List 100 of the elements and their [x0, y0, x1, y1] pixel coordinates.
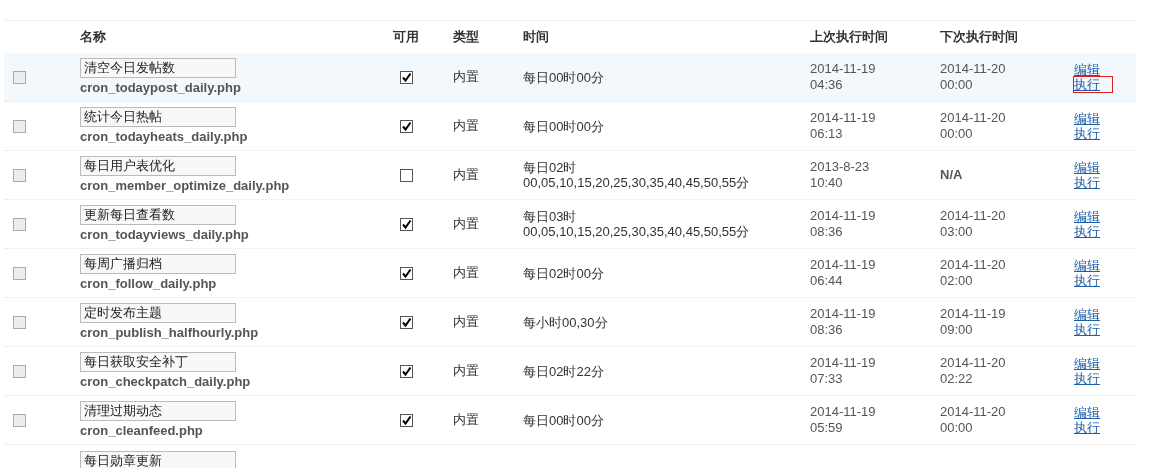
column-header: 时间 [523, 28, 549, 47]
action-link[interactable]: 编辑 [1074, 307, 1100, 322]
action-link[interactable]: 执行 [1074, 273, 1100, 288]
action-link[interactable]: 编辑 [1074, 258, 1100, 273]
file-name: cron_follow_daily.php [80, 275, 218, 292]
file-name: cron_publish_halfhourly.php [80, 324, 260, 341]
action-link[interactable]: 执行 [1074, 224, 1100, 239]
last-run-time: 06:13 [810, 126, 844, 142]
next-run-time: 2014-11-20 [940, 404, 1007, 420]
action-link[interactable]: 执行 [1074, 175, 1100, 190]
schedule-text: 每小时00,30分 [523, 314, 609, 330]
checkbox[interactable] [13, 266, 26, 280]
next-run-time: 03:00 [940, 224, 974, 240]
last-run-time: 08:36 [810, 224, 844, 240]
next-run-time: 2014-11-19 [940, 306, 1007, 322]
checkbox[interactable] [13, 168, 26, 182]
column-header: 类型 [453, 28, 479, 47]
column-header: 可用 [393, 28, 419, 47]
name-field[interactable]: 统计今日热帖 [80, 107, 236, 127]
last-run-time: 2014-11-19 [810, 355, 877, 371]
name-field[interactable]: 每周广播归档 [80, 254, 236, 274]
action-link[interactable]: 执行 [1074, 126, 1100, 141]
checkbox[interactable] [400, 315, 413, 329]
checkmark-icon [401, 365, 412, 377]
action-link[interactable]: 执行 [1074, 77, 1112, 92]
name-field[interactable]: 定时发布主题 [80, 303, 236, 323]
file-name: cron_cleanfeed.php [80, 422, 204, 439]
name-field[interactable]: 清理过期动态 [80, 401, 236, 421]
schedule-text: 每日00时00分 [523, 118, 605, 134]
last-run-time: 04:36 [810, 77, 844, 93]
next-run-time: 2014-11-20 [940, 61, 1007, 77]
checkbox[interactable] [13, 70, 26, 84]
type-label: 内置 [453, 313, 479, 332]
name-field[interactable]: 每日勋章更新 [80, 451, 236, 468]
checkbox[interactable] [13, 364, 26, 378]
checkmark-icon [401, 71, 412, 83]
type-label: 内置 [453, 215, 479, 234]
action-link[interactable]: 编辑 [1074, 209, 1100, 224]
action-link[interactable]: 编辑 [1074, 62, 1100, 77]
action-link[interactable]: 编辑 [1074, 405, 1100, 420]
name-field[interactable]: 每日获取安全补丁 [80, 352, 236, 372]
last-run-time: 2014-11-19 [810, 404, 877, 420]
action-link[interactable]: 执行 [1074, 420, 1100, 435]
checkbox[interactable] [13, 413, 26, 427]
next-run-time: 2014-11-20 [940, 355, 1007, 371]
next-run-time: 02:00 [940, 273, 974, 289]
action-link[interactable]: 编辑 [1074, 160, 1100, 175]
checkbox[interactable] [13, 315, 26, 329]
checkmark-icon [401, 218, 412, 230]
checkbox[interactable] [400, 168, 413, 182]
next-run-time: 09:00 [940, 322, 974, 338]
checkmark-icon [401, 414, 412, 426]
checkmark-icon [401, 120, 412, 132]
type-label: 内置 [453, 411, 479, 430]
next-run-time: N/A [940, 167, 964, 183]
last-run-time: 07:33 [810, 371, 844, 387]
checkbox[interactable] [400, 70, 413, 84]
next-run-time: 2014-11-20 [940, 110, 1007, 126]
file-name: cron_checkpatch_daily.php [80, 373, 252, 390]
last-run-time: 2014-11-19 [810, 208, 877, 224]
name-field[interactable]: 更新每日查看数 [80, 205, 236, 225]
type-label: 内置 [453, 264, 479, 283]
action-link[interactable]: 执行 [1074, 322, 1100, 337]
checkbox[interactable] [13, 217, 26, 231]
next-run-time: 00:00 [940, 420, 974, 436]
name-field[interactable]: 清空今日发帖数 [80, 58, 236, 78]
type-label: 内置 [453, 68, 479, 87]
column-header: 上次执行时间 [810, 28, 888, 47]
checkbox[interactable] [400, 413, 413, 427]
type-label: 内置 [453, 166, 479, 185]
checkbox[interactable] [400, 119, 413, 133]
file-name: cron_todayheats_daily.php [80, 128, 249, 145]
checkbox[interactable] [400, 266, 413, 280]
schedule-minutes: 00,05,10,15,20,25,30,35,40,45,50,55分 [523, 224, 751, 239]
last-run-time: 2014-11-19 [810, 110, 877, 126]
checkmark-icon [401, 267, 412, 279]
checkbox[interactable] [400, 364, 413, 378]
checkbox[interactable] [400, 217, 413, 231]
schedule-text: 每日02时22分 [523, 363, 605, 379]
last-run-time: 05:59 [810, 420, 844, 436]
name-field[interactable]: 每日用户表优化 [80, 156, 236, 176]
type-label: 内置 [453, 117, 479, 136]
action-link[interactable]: 编辑 [1074, 356, 1100, 371]
last-run-time: 2014-11-19 [810, 306, 877, 322]
file-name: cron_todaypost_daily.php [80, 79, 242, 96]
schedule-text: 每日02时 [523, 160, 578, 175]
last-run-time: 08:36 [810, 322, 844, 338]
schedule-text: 每日03时 [523, 209, 578, 224]
action-link[interactable]: 编辑 [1074, 111, 1100, 126]
checkbox[interactable] [13, 119, 26, 133]
column-header: 下次执行时间 [940, 28, 1018, 47]
action-link[interactable]: 执行 [1074, 371, 1100, 386]
last-run-time: 06:44 [810, 273, 844, 289]
schedule-text: 每日00时00分 [523, 69, 605, 85]
schedule-minutes: 00,05,10,15,20,25,30,35,40,45,50,55分 [523, 175, 751, 190]
file-name: cron_member_optimize_daily.php [80, 177, 291, 194]
next-run-time: 00:00 [940, 126, 974, 142]
schedule-text: 每日02时00分 [523, 265, 605, 281]
next-run-time: 2014-11-20 [940, 208, 1007, 224]
type-label: 内置 [453, 362, 479, 381]
